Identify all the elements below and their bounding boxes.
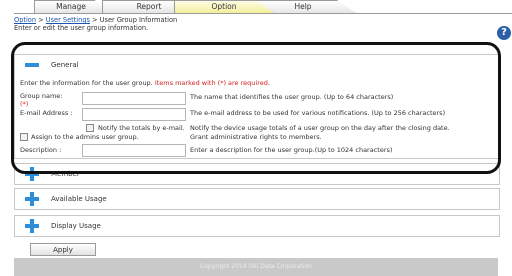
general-section-header[interactable]: General [14,54,500,76]
breadcrumb-separator: > [92,16,98,24]
notify-totals-checkbox[interactable] [86,124,94,132]
general-section-title: General [51,61,79,69]
page-instructions: Enter or edit the user group information… [14,24,149,32]
expand-plus-icon[interactable] [25,192,39,206]
main-tab-bar: Manage Report Option Help [14,0,512,14]
available-usage-section-header[interactable]: Available Usage [14,188,500,210]
breadcrumb-option-link[interactable]: Option [14,16,36,24]
email-address-label: E-mail Address : [20,109,73,117]
member-section-header[interactable]: Member [14,163,500,185]
notify-totals-label: Notify the totals by e-mail. [98,124,185,132]
tab-manage[interactable]: Manage [34,0,108,13]
general-info-label: Enter the information for the user group… [20,79,153,87]
group-name-label: Group name: [20,92,63,100]
group-name-input[interactable] [82,92,186,105]
email-address-description: The e-mail address to be used for variou… [190,109,446,117]
required-mark: (*) [20,100,29,108]
breadcrumb: Option > User Settings > User Group Info… [14,16,177,24]
assign-admins-label: Assign to the admins user group. [31,133,139,141]
display-usage-section-title: Display Usage [51,222,101,230]
collapse-minus-icon[interactable] [25,58,39,72]
display-usage-section-header[interactable]: Display Usage [14,215,500,237]
apply-button[interactable]: Apply [30,243,96,256]
group-name-description: The name that identifies the user group.… [190,93,394,101]
expand-plus-icon[interactable] [25,219,39,233]
available-usage-section-title: Available Usage [51,195,107,203]
email-address-input[interactable] [82,108,186,121]
general-info-text: Enter the information for the user group… [20,79,270,87]
description-input[interactable] [82,144,186,157]
breadcrumb-current: User Group Information [99,16,178,24]
description-field-description: Enter a description for the user group.(… [190,146,393,154]
tab-baseline [14,13,512,14]
assign-admins-checkbox[interactable] [20,133,28,141]
footer-copyright: Copyright 2014 Oki Data Corporation [14,258,498,276]
assign-admins-description: Grant administrative rights to members. [190,133,322,141]
member-section-title: Member [51,170,80,178]
help-icon[interactable]: ? [497,26,511,40]
notify-totals-description: Notify the device usage totals of a user… [190,124,450,132]
description-label: Description : [20,146,62,154]
required-note: Items marked with (*) are required. [154,79,270,87]
breadcrumb-user-settings-link[interactable]: User Settings [46,16,90,24]
breadcrumb-separator: > [38,16,44,24]
expand-plus-icon[interactable] [25,167,39,181]
